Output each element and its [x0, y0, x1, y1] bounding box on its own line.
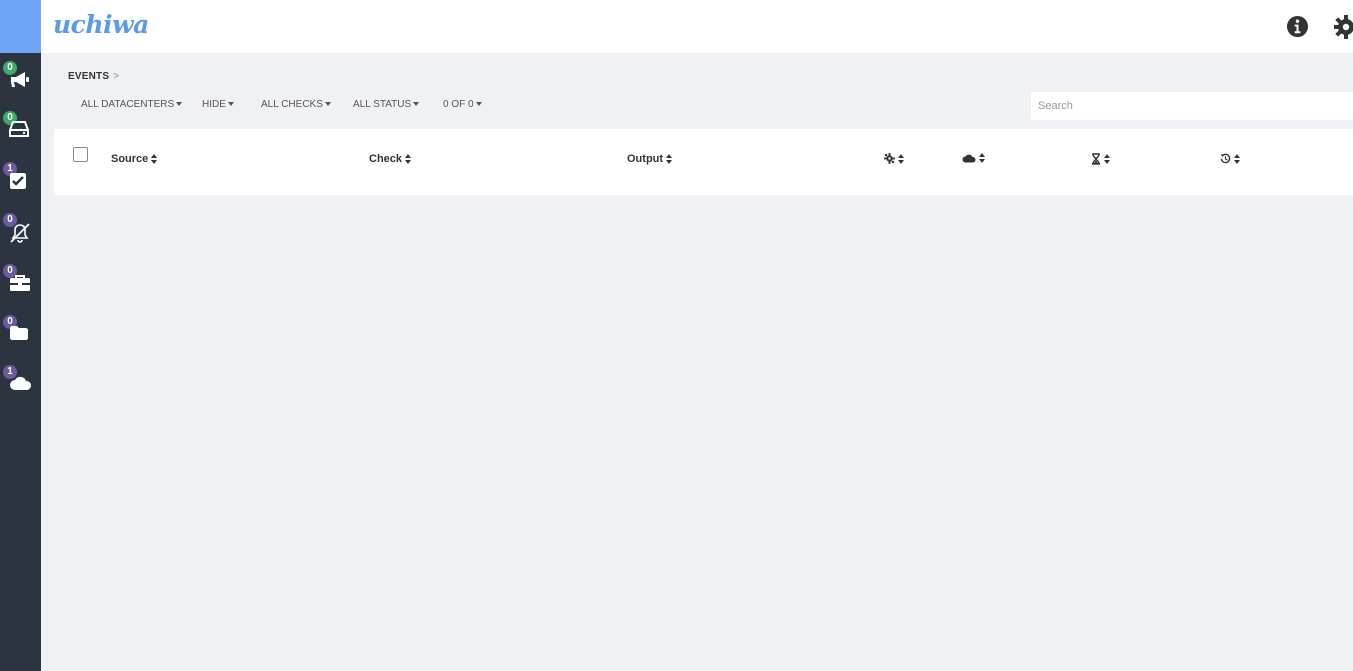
sort-icon: [1234, 153, 1241, 164]
sort-icon: [979, 153, 986, 163]
sidebar: 0 0 1 0 0 0 1: [0, 0, 41, 671]
megaphone-icon: [11, 72, 29, 87]
caret-down-icon: [324, 102, 331, 107]
hdd-icon: [9, 121, 29, 137]
sort-icon: [405, 154, 412, 164]
column-header-output[interactable]: Output: [627, 153, 673, 165]
status-icon: [884, 153, 895, 164]
breadcrumb: EVENTS >: [68, 71, 119, 82]
sort-icon: [898, 153, 905, 164]
sidebar-item-datacenters[interactable]: 1: [0, 361, 41, 405]
filter-checks-dropdown[interactable]: ALL CHECKS: [261, 99, 331, 110]
search-input[interactable]: [1031, 92, 1353, 120]
sidebar-item-checks[interactable]: 1: [0, 158, 41, 202]
column-header-timestamp[interactable]: [1220, 153, 1241, 164]
sidebar-header-block: [0, 0, 41, 53]
breadcrumb-events[interactable]: EVENTS: [68, 71, 109, 82]
sidebar-item-events[interactable]: 0: [0, 57, 41, 101]
datacenter-icon: [962, 154, 976, 163]
info-circle-icon[interactable]: [1286, 15, 1309, 38]
output-header-label: Output: [627, 153, 664, 165]
toolbox-icon: [10, 275, 30, 291]
filter-datacenters-label: ALL DATACENTERS: [81, 99, 175, 110]
caret-down-icon: [413, 102, 420, 107]
sort-icon: [666, 154, 673, 164]
caret-down-icon: [227, 102, 234, 107]
app-logo[interactable]: uchiwa: [53, 10, 149, 39]
breadcrumb-separator: >: [113, 71, 120, 82]
events-table: Source Check Output: [54, 129, 1353, 195]
sidebar-item-clients[interactable]: 0: [0, 107, 41, 151]
gear-icon[interactable]: [1334, 15, 1353, 39]
column-header-datacenter[interactable]: [962, 153, 986, 163]
occurrences-icon: [1092, 153, 1100, 165]
filter-status-label: ALL STATUS: [353, 99, 412, 110]
check-header-label: Check: [369, 153, 403, 165]
cloud-icon: [10, 376, 32, 390]
pagination-label: 0 OF 0: [443, 99, 474, 110]
sort-icon: [1104, 154, 1111, 164]
bell-slash-icon: [10, 223, 30, 243]
caret-down-icon: [176, 102, 183, 107]
pagination-dropdown[interactable]: 0 OF 0: [443, 99, 482, 110]
filter-checks-label: ALL CHECKS: [261, 99, 323, 110]
folder-icon: [10, 326, 28, 340]
select-all-checkbox[interactable]: [73, 147, 88, 162]
sidebar-item-aggregates[interactable]: 0: [0, 311, 41, 355]
sidebar-item-silenced[interactable]: 0: [0, 209, 41, 253]
top-bar: uchiwa: [41, 0, 1353, 53]
column-header-occurrences[interactable]: [1091, 153, 1111, 165]
sort-icon: [151, 154, 158, 164]
sidebar-item-stashes[interactable]: 0: [0, 260, 41, 304]
filter-datacenters-dropdown[interactable]: ALL DATACENTERS: [81, 99, 183, 110]
filter-hide-dropdown[interactable]: HIDE: [202, 99, 234, 110]
timestamp-icon: [1220, 153, 1231, 164]
filter-status-dropdown[interactable]: ALL STATUS: [353, 99, 420, 110]
source-header-label: Source: [111, 153, 149, 165]
check-square-icon: [10, 173, 26, 189]
column-header-status[interactable]: [884, 153, 905, 164]
column-header-check[interactable]: Check: [369, 153, 412, 165]
column-header-source[interactable]: Source: [111, 153, 158, 165]
caret-down-icon: [475, 102, 482, 107]
filter-hide-label: HIDE: [202, 99, 226, 110]
